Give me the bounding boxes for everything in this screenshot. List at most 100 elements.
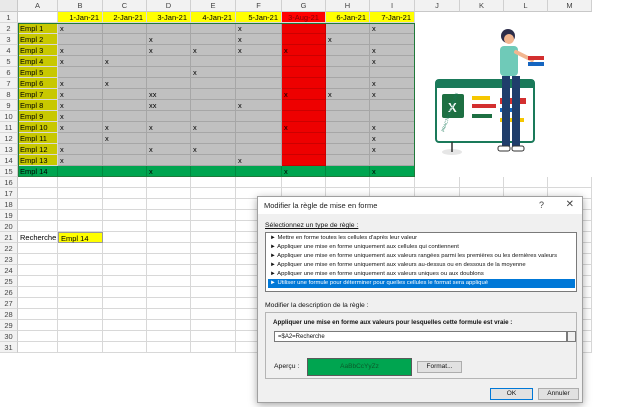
empty-cell[interactable] bbox=[103, 199, 147, 210]
attendance-cell[interactable]: x bbox=[103, 122, 147, 133]
attendance-cell[interactable] bbox=[191, 78, 236, 89]
empty-cell[interactable] bbox=[147, 342, 191, 353]
attendance-cell[interactable]: x bbox=[370, 78, 415, 89]
empty-cell[interactable] bbox=[191, 309, 236, 320]
attendance-cell[interactable] bbox=[103, 23, 147, 34]
attendance-cell[interactable]: x bbox=[58, 111, 103, 122]
attendance-cell[interactable] bbox=[326, 23, 370, 34]
row-header[interactable]: 30 bbox=[0, 331, 18, 342]
employee-name-cell[interactable]: Empl 12 bbox=[18, 144, 58, 155]
attendance-cell[interactable] bbox=[191, 100, 236, 111]
empty-cell[interactable] bbox=[282, 177, 326, 188]
empty-cell[interactable] bbox=[58, 188, 103, 199]
attendance-cell[interactable] bbox=[103, 111, 147, 122]
select-all-corner[interactable] bbox=[0, 0, 18, 12]
attendance-cell[interactable] bbox=[147, 67, 191, 78]
empty-cell[interactable] bbox=[415, 177, 460, 188]
row-header[interactable]: 18 bbox=[0, 199, 18, 210]
empty-cell[interactable] bbox=[504, 177, 548, 188]
attendance-cell[interactable]: x bbox=[236, 45, 282, 56]
date-header[interactable]: 1-Jan-21 bbox=[58, 12, 103, 23]
empty-cell[interactable] bbox=[326, 177, 370, 188]
empty-cell[interactable] bbox=[548, 177, 592, 188]
empty-cell[interactable] bbox=[147, 199, 191, 210]
attendance-cell[interactable]: x bbox=[370, 45, 415, 56]
row-header[interactable]: 2 bbox=[0, 23, 18, 34]
column-header[interactable]: L bbox=[504, 0, 548, 12]
empty-cell[interactable] bbox=[58, 199, 103, 210]
attendance-cell[interactable] bbox=[147, 23, 191, 34]
empty-cell[interactable] bbox=[103, 232, 147, 243]
attendance-cell[interactable] bbox=[326, 111, 370, 122]
attendance-cell[interactable] bbox=[103, 155, 147, 166]
empty-cell[interactable] bbox=[191, 331, 236, 342]
rule-type-item[interactable]: ► Appliquer une mise en forme uniquement… bbox=[268, 252, 575, 261]
search-value-cell[interactable]: Empl 14 bbox=[58, 232, 103, 243]
date-header[interactable]: 7-Jan-21 bbox=[370, 12, 415, 23]
row-header[interactable]: 26 bbox=[0, 287, 18, 298]
row-header[interactable]: 23 bbox=[0, 254, 18, 265]
empty-cell[interactable] bbox=[236, 177, 282, 188]
attendance-cell[interactable] bbox=[326, 78, 370, 89]
empty-cell[interactable] bbox=[18, 298, 58, 309]
employee-name-cell[interactable]: Empl 11 bbox=[18, 133, 58, 144]
attendance-cell[interactable] bbox=[282, 56, 326, 67]
empty-cell[interactable] bbox=[103, 254, 147, 265]
attendance-cell[interactable]: xx bbox=[147, 89, 191, 100]
attendance-cell[interactable]: x bbox=[147, 166, 191, 177]
attendance-cell[interactable] bbox=[58, 133, 103, 144]
empty-cell[interactable] bbox=[147, 265, 191, 276]
empty-cell[interactable] bbox=[18, 320, 58, 331]
attendance-cell[interactable]: x bbox=[58, 78, 103, 89]
attendance-cell[interactable] bbox=[103, 144, 147, 155]
empty-cell[interactable] bbox=[58, 254, 103, 265]
empty-cell[interactable] bbox=[58, 221, 103, 232]
attendance-cell[interactable] bbox=[236, 67, 282, 78]
attendance-cell[interactable]: x bbox=[191, 144, 236, 155]
empty-cell[interactable] bbox=[191, 210, 236, 221]
date-header[interactable]: 5-Jan-21 bbox=[236, 12, 282, 23]
employee-name-cell[interactable]: Empl 14 bbox=[18, 166, 58, 177]
row-header[interactable]: 25 bbox=[0, 276, 18, 287]
row-header[interactable]: 21 bbox=[0, 232, 18, 243]
attendance-cell[interactable] bbox=[236, 111, 282, 122]
attendance-cell[interactable]: x bbox=[103, 78, 147, 89]
attendance-cell[interactable] bbox=[191, 133, 236, 144]
attendance-cell[interactable]: xx bbox=[147, 100, 191, 111]
attendance-cell[interactable]: x bbox=[58, 144, 103, 155]
attendance-cell[interactable]: x bbox=[58, 89, 103, 100]
empty-cell[interactable] bbox=[103, 287, 147, 298]
empty-cell[interactable] bbox=[191, 243, 236, 254]
row-header[interactable]: 17 bbox=[0, 188, 18, 199]
row-header[interactable]: 14 bbox=[0, 155, 18, 166]
row-header[interactable]: 6 bbox=[0, 67, 18, 78]
row-header[interactable]: 13 bbox=[0, 144, 18, 155]
formula-input[interactable]: =$A2=Recherche bbox=[274, 331, 567, 342]
attendance-cell[interactable]: x bbox=[370, 56, 415, 67]
employee-name-cell[interactable]: Empl 10 bbox=[18, 122, 58, 133]
attendance-cell[interactable] bbox=[326, 45, 370, 56]
date-header[interactable]: 3-Jan-21 bbox=[147, 12, 191, 23]
attendance-cell[interactable]: x bbox=[58, 100, 103, 111]
attendance-cell[interactable] bbox=[103, 67, 147, 78]
empty-cell[interactable] bbox=[103, 177, 147, 188]
empty-cell[interactable] bbox=[103, 221, 147, 232]
row-header[interactable]: 12 bbox=[0, 133, 18, 144]
attendance-cell[interactable]: x bbox=[370, 122, 415, 133]
attendance-cell[interactable] bbox=[236, 78, 282, 89]
attendance-cell[interactable]: x bbox=[147, 144, 191, 155]
attendance-cell[interactable] bbox=[103, 89, 147, 100]
column-header[interactable]: K bbox=[460, 0, 504, 12]
header-cell-a1[interactable] bbox=[18, 12, 58, 23]
empty-cell[interactable] bbox=[147, 254, 191, 265]
empty-cell[interactable] bbox=[58, 243, 103, 254]
attendance-cell[interactable] bbox=[147, 155, 191, 166]
empty-cell[interactable] bbox=[191, 177, 236, 188]
employee-name-cell[interactable]: Empl 2 bbox=[18, 34, 58, 45]
empty-cell[interactable] bbox=[103, 320, 147, 331]
attendance-cell[interactable] bbox=[236, 133, 282, 144]
attendance-cell[interactable] bbox=[370, 111, 415, 122]
attendance-cell[interactable] bbox=[191, 56, 236, 67]
column-header[interactable]: A bbox=[18, 0, 58, 12]
empty-cell[interactable] bbox=[58, 342, 103, 353]
